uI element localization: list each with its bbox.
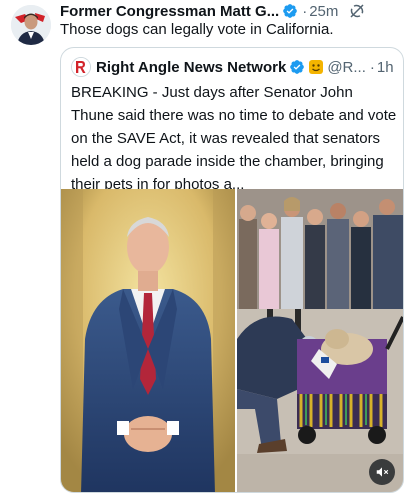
quoted-author-handle[interactable]: @R... (327, 59, 366, 76)
quoted-author-name[interactable]: Right Angle News Network (96, 59, 286, 76)
quoted-post-media[interactable] (61, 189, 403, 492)
emoji-badge-icon (308, 59, 324, 75)
mute-button[interactable] (369, 459, 395, 485)
grok-icon[interactable] (348, 2, 366, 20)
speaker-muted-icon (375, 465, 389, 479)
author-name[interactable]: Former Congressman Matt G... (60, 3, 279, 20)
quoted-post-text: BREAKING - Just days after Senator John … (71, 84, 397, 193)
quoted-author-avatar[interactable] (71, 57, 91, 77)
verified-badge-icon (289, 59, 305, 75)
verified-badge-icon (282, 3, 298, 19)
quoted-post-timestamp[interactable]: 1h (377, 59, 394, 76)
post-timestamp[interactable]: 25m (309, 3, 338, 20)
quoted-post[interactable]: Right Angle News Network @R... · 1h BREA… (60, 47, 404, 493)
post[interactable]: Former Congressman Matt G... · 25m Those… (0, 0, 414, 500)
media-photo-dog-parade[interactable] (237, 189, 403, 492)
separator-dot: · (302, 2, 308, 20)
post-header: Former Congressman Matt G... · 25m (60, 0, 410, 22)
post-text: Those dogs can legally vote in Californi… (60, 21, 334, 38)
separator-dot: · (369, 58, 375, 76)
quoted-post-header: Right Angle News Network @R... · 1h (71, 57, 401, 77)
media-photo-senator[interactable] (61, 189, 235, 492)
author-avatar[interactable] (11, 5, 51, 45)
